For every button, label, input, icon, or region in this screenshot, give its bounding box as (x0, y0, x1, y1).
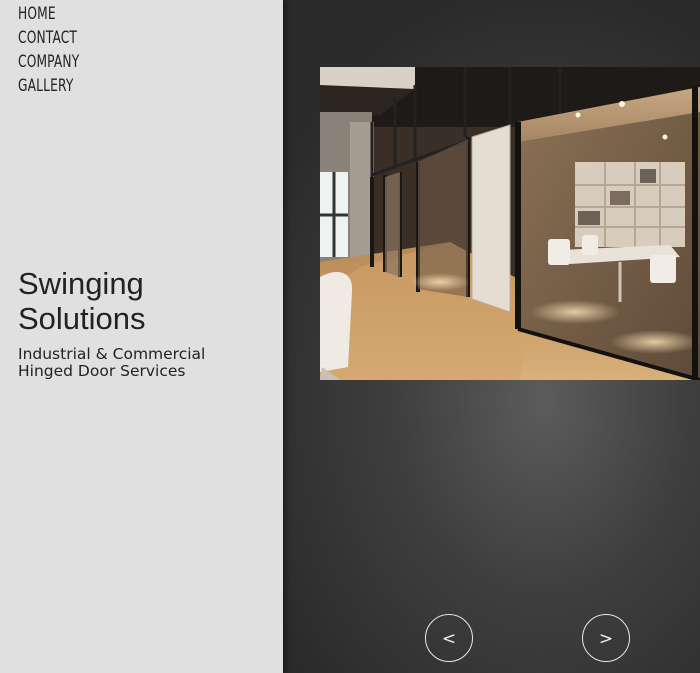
gallery-stage: < > (283, 0, 700, 673)
nav-item-contact: CONTACT (18, 26, 103, 50)
main-nav: HOME CONTACT COMPANY GALLERY (18, 2, 103, 98)
brand-block: Swinging Solutions Industrial & Commerci… (18, 266, 248, 380)
next-slide-button[interactable]: > (582, 614, 630, 662)
nav-item-company: COMPANY (18, 50, 103, 74)
nav-link-company[interactable]: COMPANY (18, 50, 79, 74)
nav-link-home[interactable]: HOME (18, 2, 56, 26)
brand-subtitle: Industrial & Commercial Hinged Door Serv… (18, 345, 206, 380)
slide-image (320, 67, 700, 380)
nav-item-home: HOME (18, 2, 103, 26)
office-interior-illustration (320, 67, 700, 380)
page: HOME CONTACT COMPANY GALLERY Swinging So… (0, 0, 700, 673)
brand-title: Swinging Solutions (18, 266, 146, 336)
nav-item-gallery: GALLERY (18, 74, 103, 98)
prev-slide-button[interactable]: < (425, 614, 473, 662)
sidebar: HOME CONTACT COMPANY GALLERY Swinging So… (0, 0, 283, 673)
nav-link-contact[interactable]: CONTACT (18, 26, 77, 50)
nav-link-gallery[interactable]: GALLERY (18, 74, 73, 98)
